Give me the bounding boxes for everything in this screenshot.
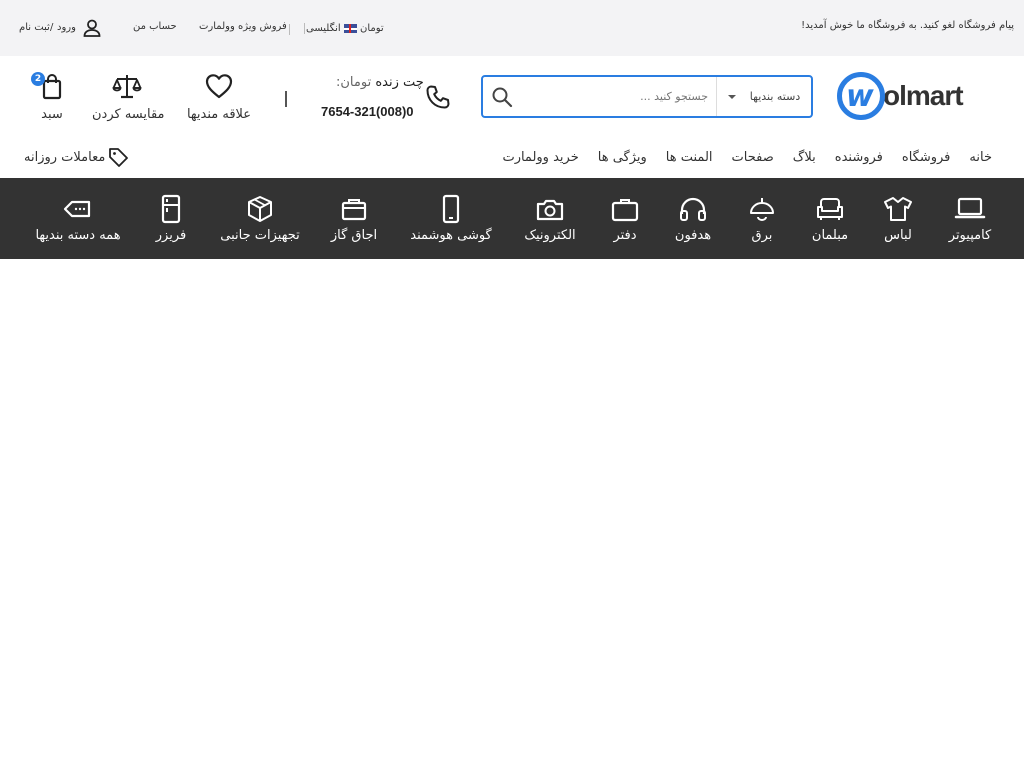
logo-letter: w bbox=[846, 79, 874, 114]
compare-link[interactable]: مقایسه کردن bbox=[92, 72, 165, 122]
daily-deals-link[interactable]: معاملات روزانه bbox=[24, 146, 129, 168]
category-clothing[interactable]: لباس bbox=[875, 194, 921, 243]
language-label: انگلیسی bbox=[306, 23, 341, 34]
camera-icon bbox=[536, 199, 564, 221]
wishlist-label: علاقه مندیها bbox=[186, 107, 252, 122]
my-account-link[interactable]: حساب من bbox=[133, 21, 177, 32]
heart-icon bbox=[205, 74, 233, 99]
category-smartphone[interactable]: گوشی هوشمند bbox=[408, 194, 494, 243]
nav-link-home[interactable]: خانه bbox=[969, 150, 992, 165]
sofa-icon bbox=[817, 198, 843, 220]
category-label: هدفون bbox=[674, 228, 712, 243]
fridge-icon bbox=[161, 194, 181, 224]
phone-number-text: 0(800)123-4567 bbox=[321, 104, 414, 119]
header-divider bbox=[285, 91, 287, 107]
cart-count-badge: 2 bbox=[31, 72, 45, 86]
category-label: دسته بندیها bbox=[749, 90, 801, 103]
nav-link-features[interactable]: ویژگی ها bbox=[598, 150, 647, 165]
category-office[interactable]: دفتر bbox=[604, 194, 646, 243]
live-chat-currency: تومان: bbox=[336, 75, 372, 90]
tag-icon bbox=[109, 148, 129, 167]
headphones-icon bbox=[680, 197, 706, 221]
category-stove[interactable]: اجاق گاز bbox=[327, 194, 381, 243]
category-label: کامپیوتر bbox=[948, 228, 992, 243]
user-icon[interactable] bbox=[82, 18, 102, 42]
category-computer[interactable]: کامپیوتر bbox=[943, 194, 997, 243]
register-link[interactable]: ثبت نام bbox=[19, 22, 50, 33]
search-input[interactable] bbox=[521, 77, 716, 116]
box-icon bbox=[248, 196, 272, 222]
stove-icon bbox=[341, 199, 367, 221]
tshirt-icon bbox=[884, 197, 912, 221]
nav-link-buy-wolmart[interactable]: خرید وولمارت bbox=[502, 150, 578, 165]
login-link[interactable]: ورود bbox=[57, 22, 76, 33]
category-headphones[interactable]: هدفون bbox=[670, 194, 716, 243]
lamp-icon bbox=[750, 198, 774, 221]
category-label: اجاق گاز bbox=[330, 228, 378, 243]
slash-separator: / bbox=[50, 22, 54, 33]
cart-label: سبد bbox=[41, 107, 63, 122]
nav-link-blog[interactable]: بلاگ bbox=[793, 150, 816, 165]
nav-link-pages[interactable]: صفحات bbox=[732, 150, 774, 165]
wishlist-link[interactable]: علاقه مندیها bbox=[186, 72, 252, 122]
category-electronics[interactable]: الکترونیک bbox=[520, 194, 580, 243]
category-label: مبلمان bbox=[811, 228, 849, 243]
category-all[interactable]: همه دسته بندیها bbox=[30, 194, 126, 243]
uk-flag-icon bbox=[343, 24, 357, 33]
live-chat[interactable]: چت زنده تومان: bbox=[336, 75, 424, 90]
category-label: فریزر bbox=[155, 228, 187, 243]
category-freezer[interactable]: فریزر bbox=[150, 194, 192, 243]
briefcase-icon bbox=[611, 199, 639, 222]
category-label: گوشی هوشمند bbox=[410, 228, 492, 243]
live-chat-label: چت زنده bbox=[375, 75, 424, 90]
divider bbox=[304, 23, 305, 34]
smartphone-icon bbox=[442, 194, 460, 224]
compare-label: مقایسه کردن bbox=[92, 107, 165, 122]
category-electric[interactable]: برق bbox=[745, 194, 779, 243]
divider bbox=[289, 24, 290, 35]
search-bar: دسته بندیها bbox=[481, 75, 813, 118]
phone-number[interactable]: 0(800)123-4567 bbox=[321, 104, 414, 119]
currency-select[interactable]: تومان bbox=[360, 23, 384, 34]
logo-mark: w bbox=[837, 72, 885, 120]
main-nav: خانه فروشگاه فروشنده بلاگ صفحات المنت ها… bbox=[0, 140, 1024, 178]
welcome-message: پیام فروشگاه لغو کنید. به فروشگاه ما خوش… bbox=[801, 20, 1014, 31]
category-accessories[interactable]: تجهیزات جانبی bbox=[218, 194, 302, 243]
category-label: دفتر bbox=[613, 228, 637, 243]
site-logo[interactable]: w olmart bbox=[837, 72, 964, 120]
category-label: تجهیزات جانبی bbox=[220, 228, 300, 243]
nav-link-vendor[interactable]: فروشنده bbox=[835, 150, 883, 165]
all-categories-tag-icon bbox=[63, 200, 91, 218]
logo-text: olmart bbox=[883, 80, 964, 111]
nav-link-elements[interactable]: المنت ها bbox=[666, 150, 713, 165]
category-select[interactable]: دسته بندیها bbox=[716, 77, 811, 116]
caret-down-icon bbox=[727, 94, 736, 99]
category-label: همه دسته بندیها bbox=[35, 228, 121, 243]
scale-icon bbox=[112, 75, 142, 99]
laptop-icon bbox=[954, 197, 986, 219]
language-select[interactable]: انگلیسی bbox=[306, 23, 357, 34]
phone-icon[interactable] bbox=[425, 84, 451, 114]
category-label: برق bbox=[751, 228, 773, 243]
daily-deals-label: معاملات روزانه bbox=[24, 149, 106, 165]
search-button[interactable] bbox=[483, 77, 521, 116]
category-label: الکترونیک bbox=[524, 228, 576, 243]
category-furniture[interactable]: مبلمان bbox=[806, 194, 854, 243]
category-label: لباس bbox=[884, 228, 912, 243]
nav-link-shop[interactable]: فروشگاه bbox=[902, 150, 951, 165]
nav-links: خانه فروشگاه فروشنده بلاگ صفحات المنت ها… bbox=[483, 150, 992, 165]
special-sale-link[interactable]: فروش ویژه وولمارت bbox=[199, 21, 287, 32]
search-icon bbox=[492, 87, 513, 107]
